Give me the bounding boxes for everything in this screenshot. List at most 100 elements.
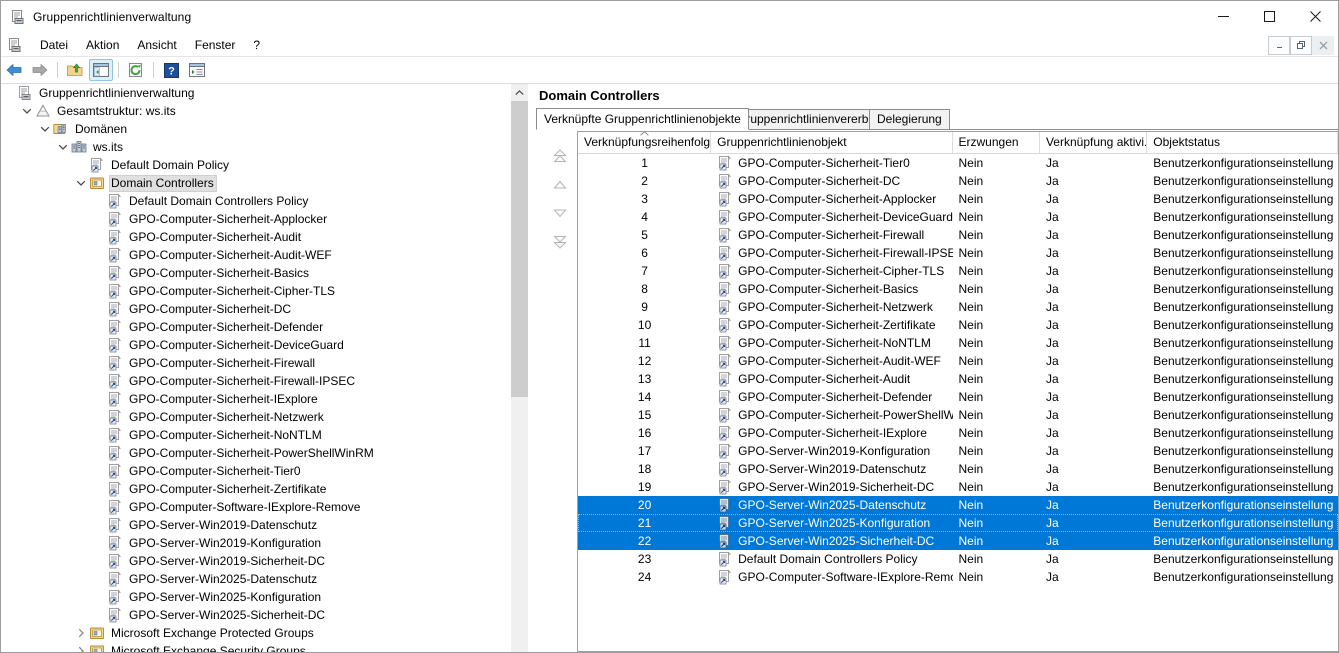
tree-item[interactable]: GPO-Computer-Sicherheit-DeviceGuard — [1, 336, 528, 354]
tree-item[interactable]: GPO-Computer-Software-IExplore-Remove — [1, 498, 528, 516]
maximize-button[interactable] — [1246, 1, 1292, 32]
mdi-restore-button[interactable] — [1290, 35, 1312, 55]
tree-item[interactable]: GPO-Computer-Sicherheit-Audit — [1, 228, 528, 246]
tab-delegierung[interactable]: Delegierung — [869, 109, 950, 129]
mdi-close-button[interactable] — [1312, 35, 1334, 55]
tree-item[interactable]: GPO-Computer-Sicherheit-Basics — [1, 264, 528, 282]
forward-icon[interactable] — [28, 59, 52, 81]
chevron-right-icon[interactable] — [73, 625, 89, 641]
table-row[interactable]: 24 GPO-Computer-Software-IExplore-Remove N… — [578, 568, 1338, 586]
tree-item[interactable]: GPO-Computer-Sicherheit-NoNTLM — [1, 426, 528, 444]
table-row[interactable]: 16 GPO-Computer-Sicherheit-IExplore Nein Ja… — [578, 424, 1338, 442]
table-row[interactable]: 23 Default Domain Controllers Policy Nein J… — [578, 550, 1338, 568]
tree-item[interactable]: Gruppenrichtlinienverwaltung — [1, 84, 528, 102]
table-row[interactable]: 18 GPO-Server-Win2019-Datenschutz Nein Ja Be… — [578, 460, 1338, 478]
console-tree[interactable]: Gruppenrichtlinienverwaltung Gesamtstrukt… — [1, 84, 528, 652]
gpo-link-icon — [107, 499, 123, 515]
table-row[interactable]: 13 GPO-Computer-Sicherheit-Audit Nein Ja Ben… — [578, 370, 1338, 388]
minimize-button[interactable] — [1200, 1, 1246, 32]
tab-verknuepfte-gruppenrichtlinienobjekte[interactable]: Verknüpfte Gruppenrichtlinienobjekte — [536, 108, 749, 130]
table-row[interactable]: 6 GPO-Computer-Sicherheit-Firewall-IPSEC N… — [578, 244, 1338, 262]
double-up-arrow-icon[interactable] — [547, 144, 573, 170]
tree-item[interactable]: GPO-Computer-Sicherheit-Cipher-TLS — [1, 282, 528, 300]
down-arrow-icon[interactable] — [547, 200, 573, 226]
tree-item[interactable]: Microsoft Exchange Security Groups — [1, 642, 528, 652]
tree-item[interactable]: Microsoft Exchange Protected Groups — [1, 624, 528, 642]
table-row[interactable]: 11 GPO-Computer-Sicherheit-NoNTLM Nein Ja Be… — [578, 334, 1338, 352]
chevron-up-icon[interactable] — [511, 84, 528, 101]
menu-item-aktion[interactable]: Aktion — [77, 36, 128, 54]
double-down-arrow-icon[interactable] — [547, 228, 573, 254]
tree-item[interactable]: GPO-Server-Win2025-Sicherheit-DC — [1, 606, 528, 624]
tree-item[interactable]: ws.its — [1, 138, 528, 156]
menu-item-ansicht[interactable]: Ansicht — [128, 36, 185, 54]
table-row[interactable]: 12 GPO-Computer-Sicherheit-Audit-WEF Nein J… — [578, 352, 1338, 370]
tree-scrollbar-thumb[interactable] — [511, 101, 528, 397]
tree-item[interactable]: GPO-Server-Win2019-Konfiguration — [1, 534, 528, 552]
menu-item-datei[interactable]: Datei — [31, 36, 77, 54]
tree-item[interactable]: Default Domain Controllers Policy — [1, 192, 528, 210]
export-list-icon[interactable] — [185, 59, 209, 81]
tree-item[interactable]: GPO-Computer-Sicherheit-PowerShellWinRM — [1, 444, 528, 462]
show-hide-tree-icon[interactable] — [89, 59, 113, 81]
listview-body[interactable]: 1 GPO-Computer-Sicherheit-Tier0 Nein Ja Benu… — [578, 154, 1338, 586]
listview-header[interactable]: Verknüpfungsreihenfolge Gruppenrichtlinie… — [578, 132, 1338, 154]
table-row[interactable]: 22 GPO-Server-Win2025-Sicherheit-DC Nein Ja… — [578, 532, 1338, 550]
chevron-down-icon[interactable] — [73, 175, 89, 191]
table-row[interactable]: 7 GPO-Computer-Sicherheit-Cipher-TLS Nein J… — [578, 262, 1338, 280]
tree-item[interactable]: Default Domain Policy — [1, 156, 528, 174]
refresh-icon[interactable] — [124, 59, 148, 81]
back-icon[interactable] — [2, 59, 26, 81]
tree-item[interactable]: Gesamtstruktur: ws.its — [1, 102, 528, 120]
table-row[interactable]: 10 GPO-Computer-Sicherheit-Zertifikate Nei… — [578, 316, 1338, 334]
table-row[interactable]: 3 GPO-Computer-Sicherheit-Applocker Nein Ja… — [578, 190, 1338, 208]
tree-item[interactable]: GPO-Computer-Sicherheit-DC — [1, 300, 528, 318]
tree-item[interactable]: GPO-Computer-Sicherheit-Netzwerk — [1, 408, 528, 426]
tree-item[interactable]: GPO-Computer-Sicherheit-Tier0 — [1, 462, 528, 480]
column-header[interactable]: Erzwungen — [953, 132, 1040, 153]
tree-item[interactable]: GPO-Computer-Sicherheit-Zertifikate — [1, 480, 528, 498]
table-row[interactable]: 20 GPO-Server-Win2025-Datenschutz Nein Ja Be… — [578, 496, 1338, 514]
table-row[interactable]: 8 GPO-Computer-Sicherheit-Basics Nein Ja Ben… — [578, 280, 1338, 298]
table-row[interactable]: 14 GPO-Computer-Sicherheit-Defender Nein Ja… — [578, 388, 1338, 406]
table-row[interactable]: 1 GPO-Computer-Sicherheit-Tier0 Nein Ja Benu… — [578, 154, 1338, 172]
table-row[interactable]: 15 GPO-Computer-Sicherheit-PowerShellWinR… — [578, 406, 1338, 424]
table-row[interactable]: 21 GPO-Server-Win2025-Konfiguration Nein Ja… — [578, 514, 1338, 532]
tree-item[interactable]: GPO-Computer-Sicherheit-Applocker — [1, 210, 528, 228]
up-folder-icon[interactable] — [63, 59, 87, 81]
tree-item[interactable]: GPO-Computer-Sicherheit-Audit-WEF — [1, 246, 528, 264]
menu-item-fenster[interactable]: Fenster — [186, 36, 245, 54]
table-row[interactable]: 9 GPO-Computer-Sicherheit-Netzwerk Nein Ja B… — [578, 298, 1338, 316]
tree-item[interactable]: GPO-Computer-Sicherheit-Firewall — [1, 354, 528, 372]
chevron-down-icon[interactable] — [55, 139, 71, 155]
menu-item-help[interactable]: ? — [244, 36, 269, 54]
chevron-right-icon[interactable] — [73, 643, 89, 652]
table-row[interactable]: 17 GPO-Server-Win2019-Konfiguration Nein Ja… — [578, 442, 1338, 460]
tree-item[interactable]: GPO-Server-Win2019-Sicherheit-DC — [1, 552, 528, 570]
table-row[interactable]: 5 GPO-Computer-Sicherheit-Firewall Nein Ja B… — [578, 226, 1338, 244]
tree-item[interactable]: GPO-Server-Win2025-Datenschutz — [1, 570, 528, 588]
pane-splitter[interactable] — [528, 84, 536, 652]
table-row[interactable]: 2 GPO-Computer-Sicherheit-DC Nein Ja Benutze… — [578, 172, 1338, 190]
chevron-down-icon[interactable] — [37, 121, 53, 137]
column-header[interactable]: Gruppenrichtlinienobjekt — [711, 132, 953, 153]
tree-item[interactable]: GPO-Computer-Sicherheit-IExplore — [1, 390, 528, 408]
table-row[interactable]: 4 GPO-Computer-Sicherheit-DeviceGuard Nein… — [578, 208, 1338, 226]
tree-item[interactable]: GPO-Server-Win2025-Konfiguration — [1, 588, 528, 606]
column-header[interactable]: Verknüpfung aktivi... — [1040, 132, 1148, 153]
tree-item[interactable]: Domänen — [1, 120, 528, 138]
table-row[interactable]: 19 GPO-Server-Win2019-Sicherheit-DC Nein Ja… — [578, 478, 1338, 496]
gpo-link-icon — [717, 479, 733, 495]
chevron-down-icon[interactable] — [19, 103, 35, 119]
tree-item[interactable]: GPO-Computer-Sicherheit-Defender — [1, 318, 528, 336]
column-header[interactable]: Objektstatus — [1147, 132, 1338, 153]
column-header[interactable]: Verknüpfungsreihenfolge — [578, 132, 712, 153]
mdi-minimize-button[interactable] — [1268, 35, 1290, 55]
tree-item[interactable]: GPO-Server-Win2019-Datenschutz — [1, 516, 528, 534]
close-button[interactable] — [1292, 1, 1338, 32]
tree-item[interactable]: Domain Controllers — [1, 174, 528, 192]
up-arrow-icon[interactable] — [547, 172, 573, 198]
help-icon[interactable]: ? — [159, 59, 183, 81]
tree-item[interactable]: GPO-Computer-Sicherheit-Firewall-IPSEC — [1, 372, 528, 390]
linked-gpo-listview[interactable]: Verknüpfungsreihenfolge Gruppenrichtlinie… — [577, 131, 1338, 652]
